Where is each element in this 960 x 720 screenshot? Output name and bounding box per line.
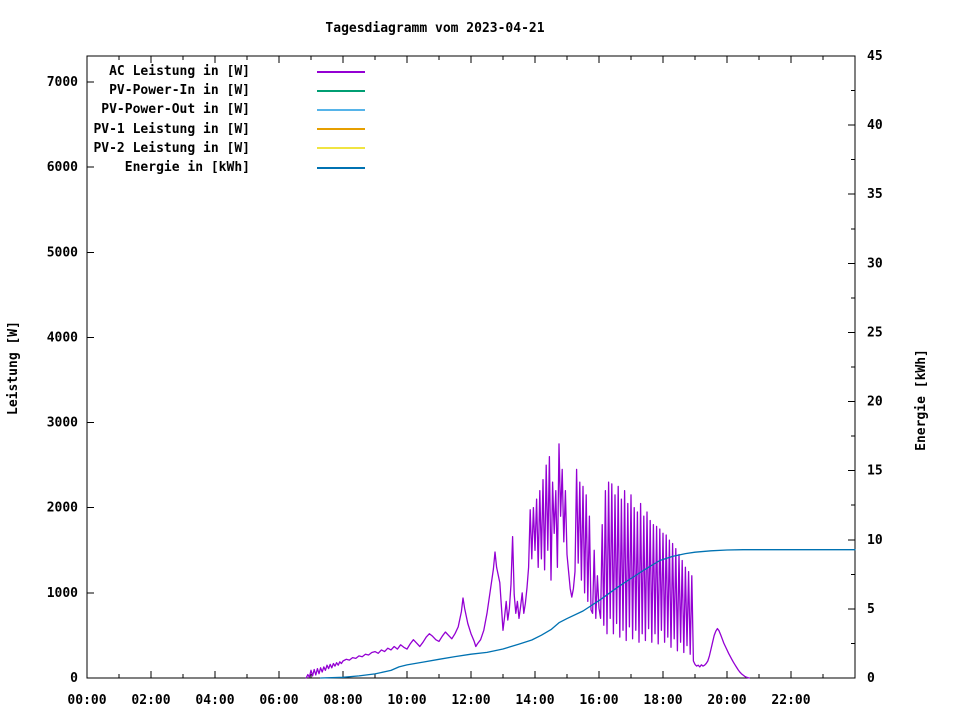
y-right-tick-label: 15 <box>867 464 883 479</box>
legend-item: PV-1 Leistung in [W] <box>90 120 365 139</box>
legend-item-label: PV-1 Leistung in [W] <box>93 121 250 137</box>
y-left-tick-label: 0 <box>70 671 78 686</box>
y-left-tick-label: 6000 <box>47 160 78 175</box>
y-left-tick-label: 7000 <box>47 75 78 90</box>
x-axis-tick-label: 14:00 <box>515 693 554 708</box>
x-axis-tick-label: 10:00 <box>387 693 426 708</box>
x-axis-tick-label: 02:00 <box>131 693 170 708</box>
legend-item: Energie in [kWh] <box>90 158 365 177</box>
y-left-tick-label: 1000 <box>47 586 78 601</box>
legend-item: PV-2 Leistung in [W] <box>90 139 365 158</box>
y-left-tick-label: 2000 <box>47 501 78 516</box>
legend-item: AC Leistung in [W] <box>90 62 365 81</box>
legend-item-label: PV-2 Leistung in [W] <box>93 140 250 156</box>
legend-line-sample <box>317 166 365 169</box>
legend-item-label: PV-Power-In in [W] <box>109 83 250 99</box>
legend-item-label: Energie in [kWh] <box>124 160 250 176</box>
x-axis-tick-label: 20:00 <box>707 693 746 708</box>
y-left-tick-label: 5000 <box>47 245 78 260</box>
legend-item-label: PV-Power-Out in [W] <box>101 102 250 118</box>
chart-legend: AC Leistung in [W] PV-Power-In in [W] PV-P… <box>90 62 365 177</box>
y-right-tick-label: 25 <box>867 325 883 340</box>
legend-line-sample <box>317 70 365 73</box>
y-right-tick-label: 30 <box>867 256 883 271</box>
x-axis-tick-label: 18:00 <box>643 693 682 708</box>
y-left-tick-label: 4000 <box>47 330 78 345</box>
legend-item: PV-Power-In in [W] <box>90 81 365 100</box>
y-right-tick-label: 10 <box>867 533 883 548</box>
y-right-tick-label: 35 <box>867 187 883 202</box>
legend-line-sample <box>317 108 365 111</box>
x-axis-tick-label: 04:00 <box>195 693 234 708</box>
y-right-tick-label: 20 <box>867 395 883 410</box>
legend-line-sample <box>317 147 365 150</box>
y-right-tick-label: 0 <box>867 671 875 686</box>
y-left-tick-label: 3000 <box>47 416 78 431</box>
chart-window: Tagesdiagramm vom 2023-04-21 Leistung [W… <box>0 0 960 720</box>
y-right-tick-label: 45 <box>867 49 883 64</box>
y-right-tick-label: 40 <box>867 118 883 133</box>
x-axis-tick-label: 16:00 <box>579 693 618 708</box>
series-line-ac-leistung-in-w <box>305 443 751 679</box>
x-axis-tick-label: 00:00 <box>67 693 106 708</box>
legend-item-label: AC Leistung in [W] <box>109 64 250 80</box>
x-axis-tick-label: 08:00 <box>323 693 362 708</box>
legend-line-sample <box>317 128 365 131</box>
x-axis-tick-label: 12:00 <box>451 693 490 708</box>
y-right-tick-label: 5 <box>867 602 875 617</box>
x-axis-tick-label: 22:00 <box>771 693 810 708</box>
x-axis-tick-label: 06:00 <box>259 693 298 708</box>
legend-item: PV-Power-Out in [W] <box>90 100 365 119</box>
legend-line-sample <box>317 89 365 92</box>
